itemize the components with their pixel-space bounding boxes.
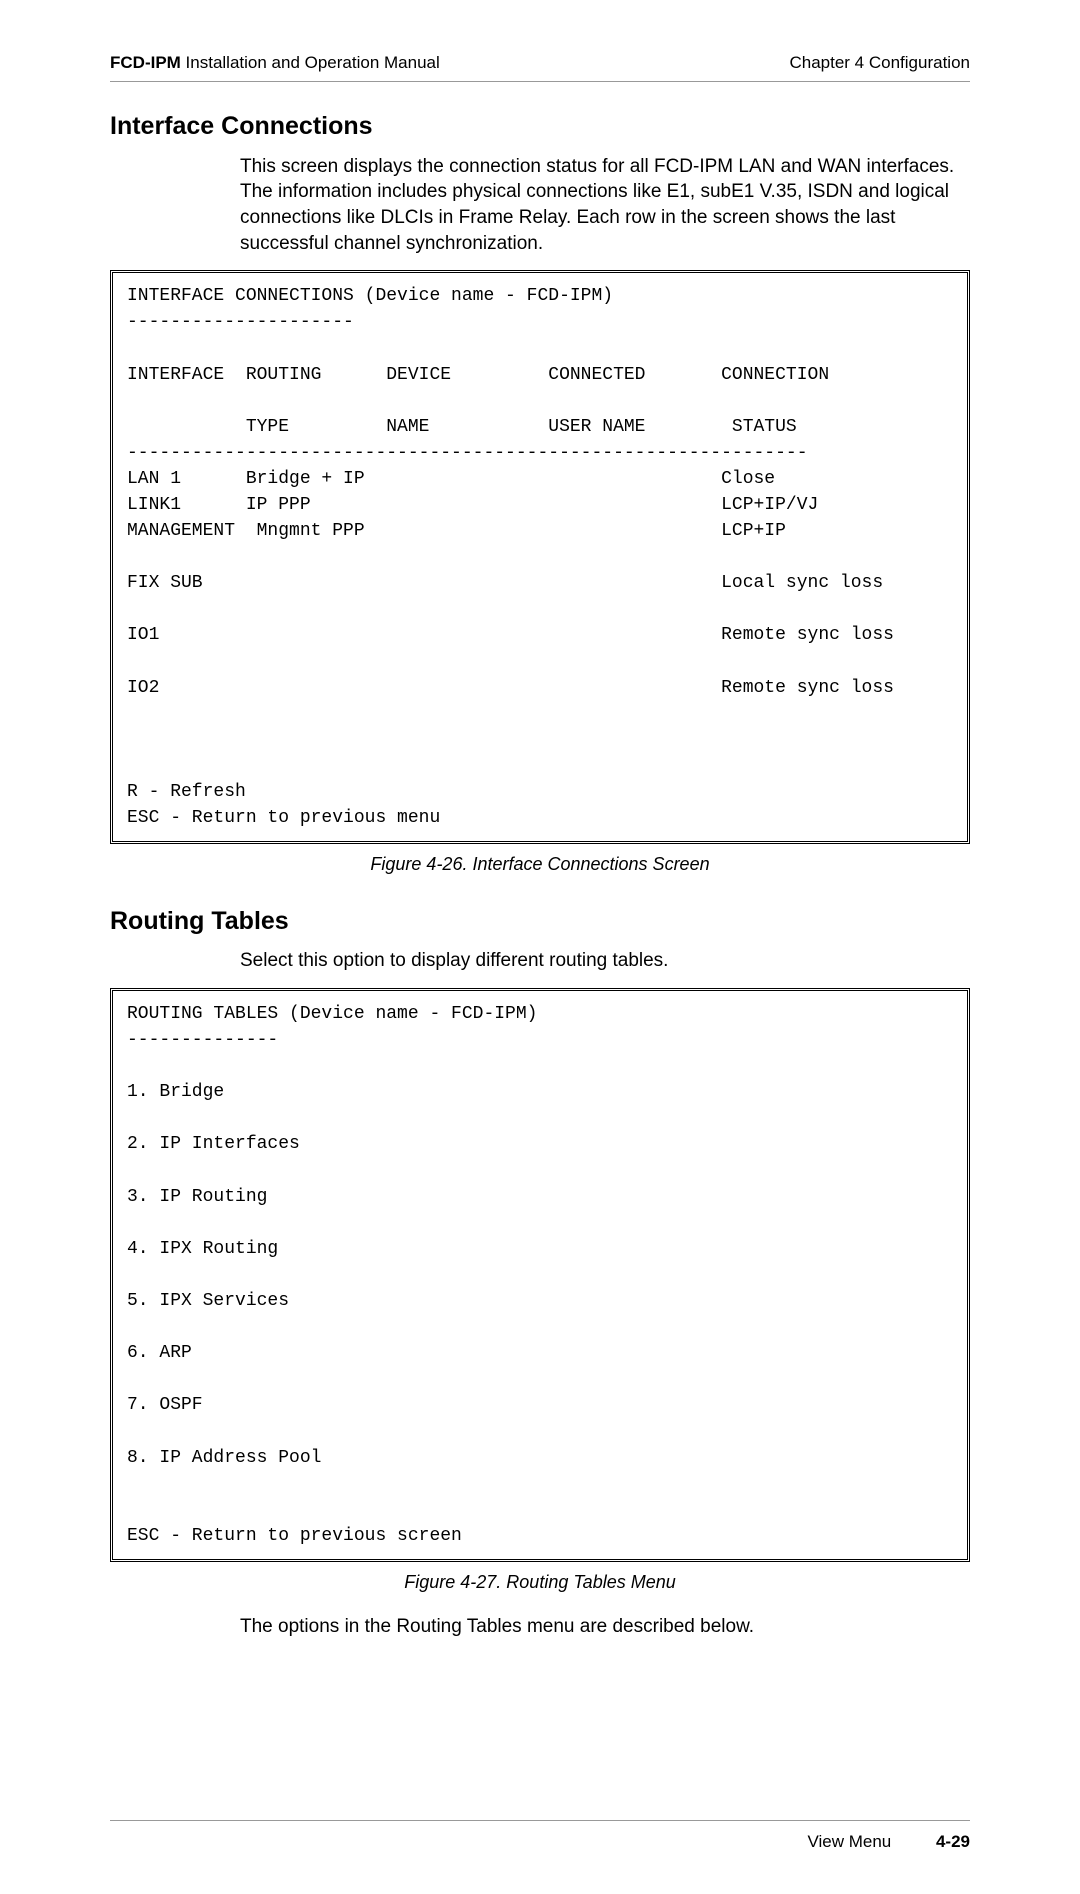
product-name-bold: FCD-IPM bbox=[110, 53, 181, 72]
product-name-rest: Installation and Operation Manual bbox=[181, 53, 440, 72]
section1-paragraph: This screen displays the connection stat… bbox=[110, 154, 970, 257]
terminal-interface-connections: INTERFACE CONNECTIONS (Device name - FCD… bbox=[110, 270, 970, 844]
page-footer: View Menu 4-29 bbox=[110, 1820, 970, 1854]
header-chapter: Chapter 4 Configuration bbox=[789, 52, 970, 75]
page: FCD-IPM Installation and Operation Manua… bbox=[0, 0, 1080, 1894]
page-header: FCD-IPM Installation and Operation Manua… bbox=[110, 52, 970, 82]
section2-paragraph: Select this option to display different … bbox=[110, 948, 970, 974]
section-title-interface-connections: Interface Connections bbox=[110, 110, 970, 144]
figure-caption-4-26: Figure 4-26. Interface Connections Scree… bbox=[110, 852, 970, 876]
section-title-routing-tables: Routing Tables bbox=[110, 905, 970, 939]
section2-after-text: The options in the Routing Tables menu a… bbox=[110, 1614, 970, 1640]
terminal-routing-tables: ROUTING TABLES (Device name - FCD-IPM) -… bbox=[110, 988, 970, 1562]
figure-caption-4-27: Figure 4-27. Routing Tables Menu bbox=[110, 1570, 970, 1594]
footer-section-label: View Menu bbox=[807, 1832, 891, 1851]
header-left: FCD-IPM Installation and Operation Manua… bbox=[110, 52, 440, 75]
footer-page-number: 4-29 bbox=[936, 1832, 970, 1851]
